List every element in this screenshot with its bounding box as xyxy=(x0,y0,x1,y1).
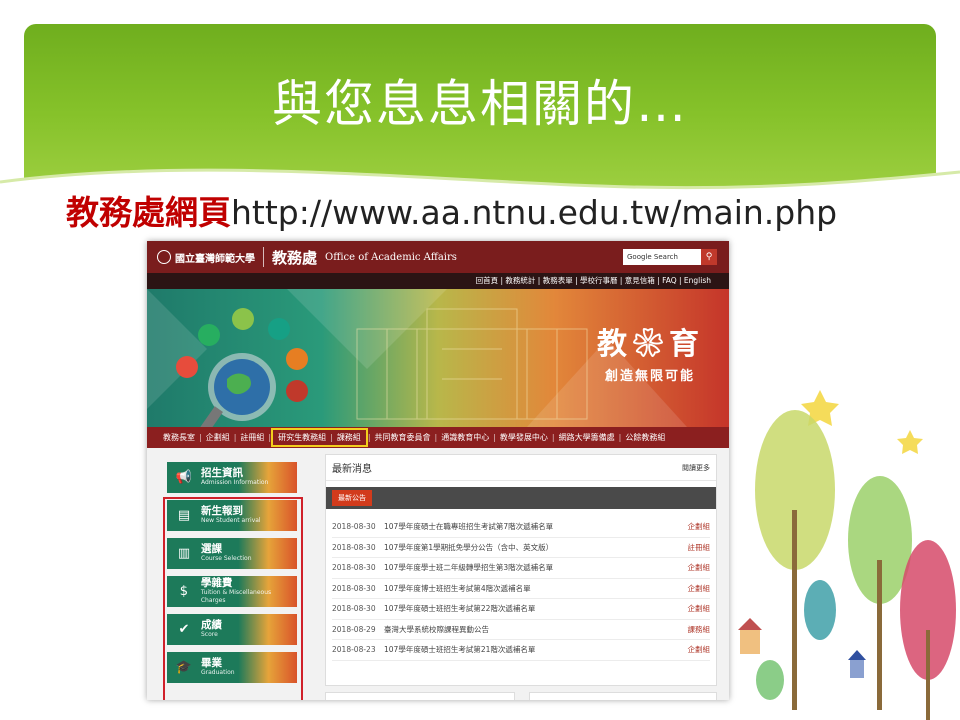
news-unit: 企劃組 xyxy=(687,563,711,573)
nav-item-office[interactable]: 教務長室 xyxy=(159,432,199,443)
tab-latest[interactable]: 最新公告 xyxy=(332,490,372,506)
nav-item-general-edu[interactable]: 通識教育中心 xyxy=(437,432,493,443)
nav-item-evening[interactable]: 公餘教務組 xyxy=(621,432,669,443)
news-row[interactable]: 2018-08-30 107學年度碩士在職專班招生考試第7階次遞補名單 企劃組 xyxy=(332,517,710,538)
sidebar-item-sublabel: Admission Information xyxy=(201,479,269,486)
nav-item-planning[interactable]: 企劃組 xyxy=(202,432,234,443)
hero-slogan: 創造無限可能 xyxy=(605,369,696,384)
news-item-title[interactable]: 107學年度碩士班招生考試第22階次遞補名單 xyxy=(384,603,682,614)
news-date: 2018-08-30 xyxy=(332,542,376,552)
news-unit: 企劃組 xyxy=(687,604,711,614)
news-item-title[interactable]: 107學年度學士班二年級轉學招生第3階次遞補名單 xyxy=(384,562,682,573)
trees-illustration xyxy=(738,390,956,720)
slide: 與您息息相關的… 教務處網頁http://www.aa.ntnu.edu.tw/… xyxy=(0,0,960,720)
nav-highlight: 研究生教務組 | 課務組 xyxy=(271,428,368,447)
lower-panel-left xyxy=(325,692,515,700)
nav-sep: | xyxy=(233,433,237,442)
news-unit: 課務組 xyxy=(687,624,711,634)
nav-sep: | xyxy=(367,433,371,442)
nav-sep: | xyxy=(330,433,333,442)
utility-links[interactable]: 回首頁 | 教務統計 | 教務表單 | 學校行事曆 | 意見信箱 | FAQ |… xyxy=(147,273,729,289)
news-panel: 最新消息 閱讀更多 最新公告 2018-08-30 107學年度碩士在職專班招生考… xyxy=(325,454,717,686)
nav-sep: | xyxy=(434,433,438,442)
nav-item-online-univ[interactable]: 網路大學籌備處 xyxy=(555,432,619,443)
dept-title-zh: 教務處 xyxy=(272,248,318,267)
nav-item-teaching-dev[interactable]: 教學發展中心 xyxy=(496,432,552,443)
slide-subtitle: 教務處網頁http://www.aa.ntnu.edu.tw/main.php xyxy=(66,186,837,234)
news-list: 2018-08-30 107學年度碩士在職專班招生考試第7階次遞補名單 企劃組 201… xyxy=(326,517,716,661)
university-logo[interactable]: 國立臺灣師範大學 xyxy=(157,250,255,265)
nav-sep: | xyxy=(551,433,555,442)
news-date: 2018-08-30 xyxy=(332,583,376,593)
search-bar: Google Search ⚲ xyxy=(623,249,717,265)
highlight-box xyxy=(163,497,303,700)
news-item-title[interactable]: 107學年度第1學期抵免學分公告（含中、英文版） xyxy=(384,542,682,553)
news-date: 2018-08-30 xyxy=(332,522,376,532)
nav-item-common-edu[interactable]: 共同教育委員會 xyxy=(371,432,435,443)
news-row[interactable]: 2018-08-30 107學年度第1學期抵免學分公告（含中、英文版） 註冊組 xyxy=(332,538,711,558)
news-tabstrip: 最新公告 xyxy=(326,487,716,509)
subtitle-label: 教務處網頁 xyxy=(66,193,231,232)
header-divider xyxy=(263,247,264,267)
news-date: 2018-08-30 xyxy=(332,563,376,573)
news-unit: 註冊組 xyxy=(687,542,711,552)
news-row[interactable]: 2018-08-30 107學年度博士班招生考試第4階次遞補名單 企劃組 xyxy=(332,579,711,599)
hero-title: 教❀育 xyxy=(597,327,705,362)
hero-banner: 教❀育 創造無限可能 xyxy=(147,289,729,427)
news-unit: 企劃組 xyxy=(687,522,711,532)
news-item-title[interactable]: 臺灣大學系統校際課程異動公告 xyxy=(384,624,682,635)
news-title: 最新消息 xyxy=(332,464,372,475)
lower-panel-right xyxy=(529,692,717,700)
nav-item-registration[interactable]: 註冊組 xyxy=(236,432,268,443)
news-header: 最新消息 閱讀更多 xyxy=(326,455,716,481)
news-date: 2018-08-23 xyxy=(332,645,376,655)
nav-sep: | xyxy=(199,433,202,442)
nav-item-curriculum[interactable]: 課務組 xyxy=(333,432,365,443)
megaphone-icon: 📢 xyxy=(175,470,193,485)
news-row[interactable]: 2018-08-30 107學年度學士班二年級轉學招生第3階次遞補名單 企劃組 xyxy=(332,558,710,579)
news-row[interactable]: 2018-08-23 107學年度碩士班招生考試第21階次遞補名單 企劃組 xyxy=(332,640,710,661)
news-item-title[interactable]: 107學年度博士班招生考試第4階次遞補名單 xyxy=(384,583,682,594)
read-more-link[interactable]: 閱讀更多 xyxy=(682,463,710,473)
news-unit: 企劃組 xyxy=(687,645,711,655)
subtitle-url[interactable]: http://www.aa.ntnu.edu.tw/main.php xyxy=(231,193,837,232)
sidebar-item-label: 招生資訊 xyxy=(201,467,243,479)
search-button[interactable]: ⚲ xyxy=(701,249,717,265)
website-screenshot: 國立臺灣師範大學 教務處 Office of Academic Affairs … xyxy=(147,241,729,700)
main-nav: 教務長室 | 企劃組 | 註冊組 | 研究生教務組 | 課務組 | 共同教育委員會 | 通… xyxy=(147,427,729,448)
lower-panels xyxy=(325,692,717,700)
news-item-title[interactable]: 107學年度碩士班招生考試第21階次遞補名單 xyxy=(384,644,682,655)
site-body: 📢 招生資訊 Admission Information ▤ 新生報到 New St… xyxy=(147,448,729,700)
nav-sep: | xyxy=(493,433,496,442)
news-date: 2018-08-30 xyxy=(332,604,376,614)
news-row[interactable]: 2018-08-30 107學年度碩士班招生考試第22階次遞補名單 企劃組 xyxy=(332,599,710,620)
nav-sep: | xyxy=(618,433,622,442)
search-input[interactable]: Google Search xyxy=(623,249,701,265)
logo-text: 國立臺灣師範大學 xyxy=(175,253,255,265)
sidebar-item-admission[interactable]: 📢 招生資訊 Admission Information xyxy=(167,462,297,493)
seal-icon xyxy=(157,250,171,264)
news-unit: 企劃組 xyxy=(687,583,711,593)
dept-title-en: Office of Academic Affairs xyxy=(325,251,457,263)
search-icon: ⚲ xyxy=(705,252,713,262)
nav-sep: | xyxy=(268,433,272,442)
nav-item-graduate[interactable]: 研究生教務組 xyxy=(274,432,330,443)
news-row[interactable]: 2018-08-29 臺灣大學系統校際課程異動公告 課務組 xyxy=(332,620,711,640)
news-item-title[interactable]: 107學年度碩士在職專班招生考試第7階次遞補名單 xyxy=(384,521,682,532)
news-date: 2018-08-29 xyxy=(332,624,376,634)
site-header: 國立臺灣師範大學 教務處 Office of Academic Affairs … xyxy=(147,241,729,273)
slide-title: 與您息息相關的… xyxy=(272,75,688,133)
